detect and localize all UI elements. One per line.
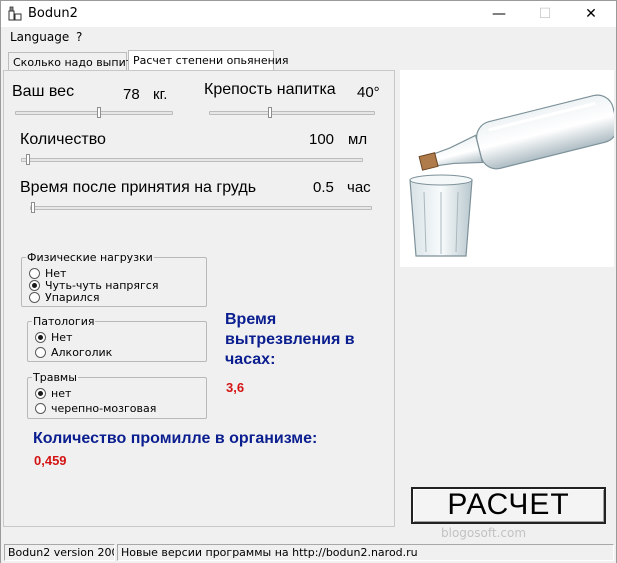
pathology-option-alcoholic-label: Алкоголик bbox=[51, 346, 113, 359]
watermark-text: blogosoft.com bbox=[441, 526, 527, 540]
radio-physical-heavy[interactable] bbox=[29, 292, 40, 303]
strength-label: Крепость напитка bbox=[204, 81, 336, 98]
status-website: Новые версии программы на http://bodun2.… bbox=[117, 544, 614, 561]
injuries-group: Травмы нет черепно-мозговая bbox=[27, 371, 207, 419]
app-icon bbox=[8, 6, 22, 21]
radio-injuries-none[interactable] bbox=[35, 388, 46, 399]
time-slider-thumb[interactable] bbox=[31, 202, 35, 213]
bottle-glass-image bbox=[400, 70, 617, 267]
time-slider-track[interactable] bbox=[30, 206, 372, 210]
bottle-glass-illustration bbox=[409, 94, 617, 257]
sober-time-heading-line3: часах: bbox=[225, 351, 276, 368]
quantity-slider-track[interactable] bbox=[21, 158, 363, 162]
pathology-option-none-label: Нет bbox=[51, 331, 73, 344]
weight-label: Ваш вес bbox=[12, 83, 75, 100]
promille-heading: Количество промилле в организме: bbox=[33, 430, 318, 447]
injuries-title: Травмы bbox=[32, 371, 78, 384]
radio-physical-none[interactable] bbox=[29, 268, 40, 279]
sober-time-heading-line2: вытрезвления в bbox=[225, 331, 355, 348]
physical-option-heavy-label: Упарился bbox=[45, 291, 100, 304]
calculate-button[interactable]: РАСЧЕТ bbox=[411, 487, 606, 524]
pathology-title: Патология bbox=[32, 315, 96, 328]
injuries-option-none-label: нет bbox=[51, 387, 72, 400]
time-label: Время после принятия на грудь bbox=[20, 179, 257, 196]
quantity-unit: мл bbox=[348, 131, 368, 148]
radio-pathology-alcoholic[interactable] bbox=[35, 347, 46, 358]
strength-slider-thumb[interactable] bbox=[268, 107, 272, 118]
physical-option-heavy[interactable]: Упарился bbox=[29, 291, 99, 304]
injuries-option-none[interactable]: нет bbox=[35, 387, 71, 400]
weight-unit: кг. bbox=[153, 86, 168, 103]
radio-pathology-none[interactable] bbox=[35, 332, 46, 343]
strength-value: 40° bbox=[357, 84, 380, 101]
sober-time-heading: Время вытрезвления в часах: bbox=[225, 310, 355, 370]
sober-time-value: 3,6 bbox=[226, 380, 245, 395]
injuries-option-tbi[interactable]: черепно-мозговая bbox=[35, 402, 156, 415]
window-title: Bodun2 bbox=[28, 6, 78, 21]
time-value: 0.5 bbox=[313, 179, 334, 196]
sober-time-heading-line1: Время bbox=[225, 311, 277, 328]
app-window: Bodun2 — ☐ ✕ Language ? Сколько надо вып… bbox=[0, 0, 617, 563]
time-unit: час bbox=[347, 179, 371, 196]
strength-slider-track[interactable] bbox=[209, 111, 375, 115]
quantity-value: 100 bbox=[309, 131, 335, 148]
promille-value: 0,459 bbox=[34, 453, 67, 468]
weight-slider-track[interactable] bbox=[15, 111, 173, 115]
minimize-button[interactable]: — bbox=[476, 1, 522, 27]
quantity-slider-thumb[interactable] bbox=[26, 154, 30, 165]
menu-help[interactable]: ? bbox=[76, 30, 82, 44]
quantity-label: Количество bbox=[20, 131, 106, 148]
menu-bar: Language ? bbox=[1, 27, 616, 47]
pathology-option-none[interactable]: Нет bbox=[35, 331, 72, 344]
title-bar: Bodun2 — ☐ ✕ bbox=[1, 1, 616, 27]
injuries-option-tbi-label: черепно-мозговая bbox=[51, 402, 157, 415]
physical-load-group: Физические нагрузки Нет Чуть-чуть напряг… bbox=[21, 251, 207, 307]
pathology-group: Патология Нет Алкоголик bbox=[27, 315, 207, 362]
radio-injuries-tbi[interactable] bbox=[35, 403, 46, 414]
radio-physical-light[interactable] bbox=[29, 280, 40, 291]
weight-value: 78 bbox=[123, 86, 140, 103]
maximize-button[interactable]: ☐ bbox=[522, 1, 568, 27]
menu-language[interactable]: Language bbox=[10, 30, 69, 44]
pathology-option-alcoholic[interactable]: Алкоголик bbox=[35, 346, 112, 359]
close-button[interactable]: ✕ bbox=[568, 1, 614, 27]
status-version: Bodun2 version 2004 bbox=[4, 544, 115, 561]
status-bar: Bodun2 version 2004 Новые версии програм… bbox=[1, 541, 616, 563]
weight-slider-thumb[interactable] bbox=[97, 107, 101, 118]
physical-load-title: Физические нагрузки bbox=[26, 251, 154, 264]
